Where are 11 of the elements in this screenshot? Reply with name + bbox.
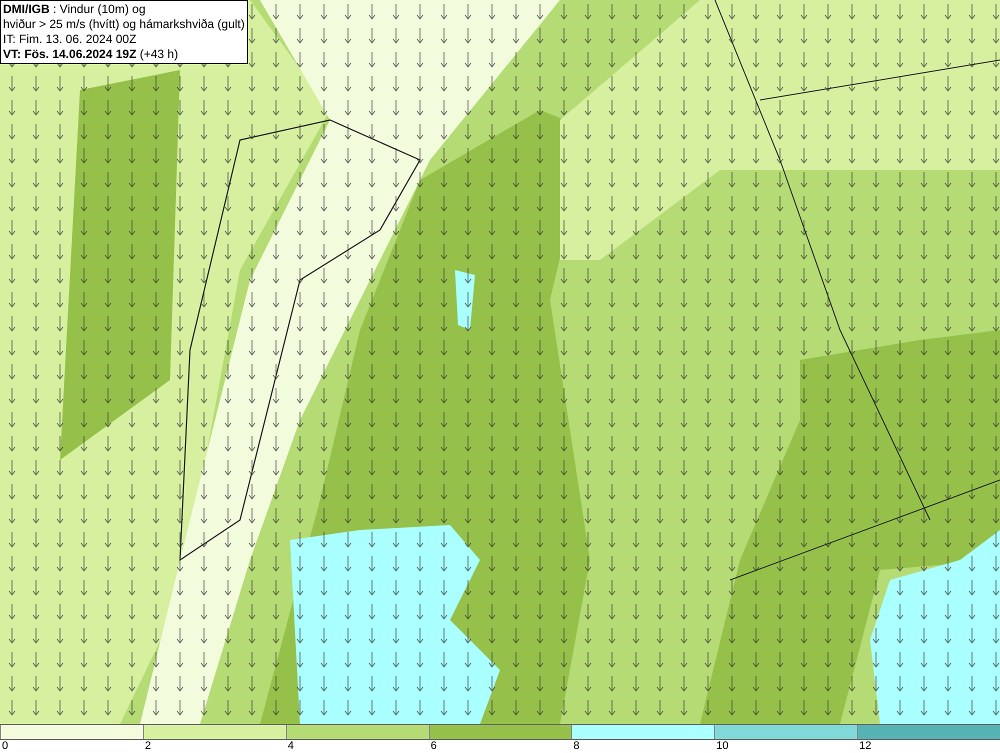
legend-label: 0 [2, 740, 8, 753]
legend-label: 8 [573, 740, 580, 753]
legend-label: 2 [144, 740, 151, 753]
legend-label: 6 [430, 740, 437, 753]
legend-label: 12 [859, 740, 872, 753]
info-line: DMI/IGB : Vindur (10m) og [3, 2, 146, 17]
legend-label: 4 [288, 740, 294, 753]
info-line: hviður > 25 m/s (hvítt) og hámarkshviða (gult) [3, 17, 245, 32]
legend-label: 10 [716, 740, 729, 753]
info-line: IT: Fim. 13. 06. 2024 00Z [3, 32, 138, 47]
info-line: VT: Fös. 14.06.2024 19Z (+43 h) [3, 47, 180, 62]
